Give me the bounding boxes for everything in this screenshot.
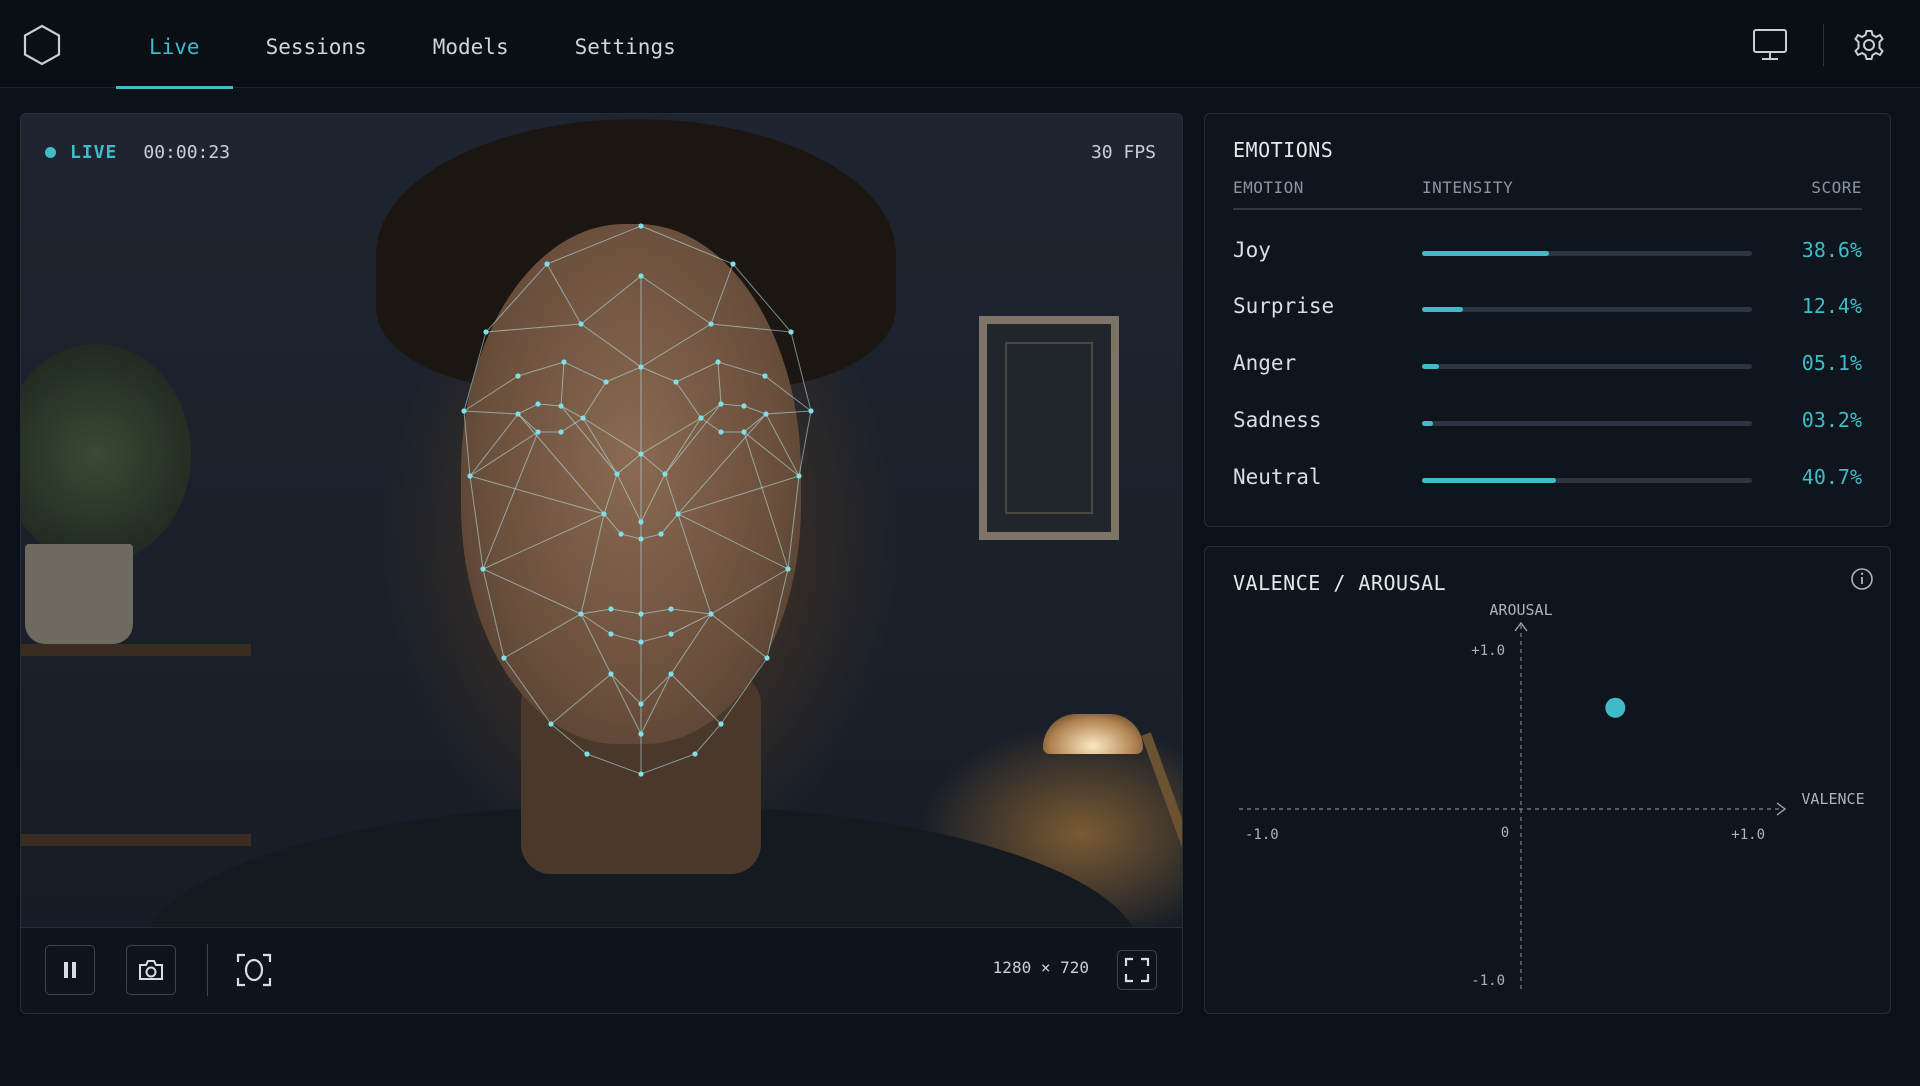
- tab-models[interactable]: Models: [400, 0, 542, 88]
- main-nav: Live Sessions Models Settings: [116, 0, 709, 89]
- snapshot-button[interactable]: [126, 945, 176, 995]
- video-panel: LIVE 00:00:23 30 FPS 1280 × 720: [20, 113, 1183, 1014]
- emotion-name: Sadness: [1233, 408, 1322, 432]
- intensity-fill: [1422, 307, 1463, 312]
- emotion-name: Anger: [1233, 351, 1297, 375]
- video-feed: LIVE 00:00:23 30 FPS: [21, 114, 1182, 927]
- emotion-row: Surprise 12.4%: [1233, 288, 1862, 328]
- hexagon-icon[interactable]: [22, 24, 62, 66]
- valence-arousal-panel: VALENCE / AROUSAL AROUSAL VALENCE +1.0 -…: [1204, 546, 1891, 1014]
- live-status: LIVE: [70, 142, 118, 163]
- intensity-bar: [1422, 307, 1752, 312]
- tab-live[interactable]: Live: [116, 0, 233, 89]
- emotion-row: Neutral 40.7%: [1233, 459, 1862, 499]
- fullscreen-icon: [1124, 957, 1150, 983]
- emotion-score: 12.4%: [1801, 294, 1862, 318]
- gear-icon[interactable]: [1849, 27, 1889, 63]
- y-max-tick: +1.0: [1471, 643, 1505, 659]
- emotion-name: Joy: [1233, 238, 1271, 262]
- intensity-fill: [1422, 421, 1433, 426]
- video-controls: 1280 × 720: [21, 927, 1182, 1013]
- origin-tick: 0: [1501, 825, 1509, 841]
- x-min-tick: -1.0: [1245, 827, 1279, 843]
- emotions-panel: EMOTIONS EMOTION INTENSITY SCORE Joy 38.…: [1204, 113, 1891, 527]
- column-header-score: SCORE: [1811, 178, 1862, 197]
- topbar-divider: [1823, 24, 1824, 66]
- y-axis-label: AROUSAL: [1489, 601, 1552, 619]
- intensity-fill: [1422, 251, 1550, 256]
- emotion-row: Joy 38.6%: [1233, 232, 1862, 272]
- session-timer: 00:00:23: [143, 142, 231, 163]
- live-indicator: LIVE 00:00:23: [45, 142, 230, 163]
- emotion-score: 38.6%: [1801, 238, 1862, 262]
- live-dot-icon: [45, 147, 56, 158]
- face-scan-button[interactable]: [229, 945, 279, 995]
- pause-icon: [64, 962, 76, 978]
- pause-button[interactable]: [45, 945, 95, 995]
- camera-icon: [139, 960, 163, 980]
- emotion-name: Neutral: [1233, 465, 1322, 489]
- emotion-score: 05.1%: [1801, 351, 1862, 375]
- header-divider: [1233, 208, 1862, 210]
- top-bar: Live Sessions Models Settings: [0, 0, 1920, 89]
- emotion-score: 40.7%: [1801, 465, 1862, 489]
- intensity-bar: [1422, 421, 1752, 426]
- face-scan-icon: [236, 953, 272, 987]
- valence-arousal-point: [1605, 697, 1626, 718]
- x-max-tick: +1.0: [1731, 827, 1765, 843]
- emotion-row: Sadness 03.2%: [1233, 402, 1862, 442]
- valence-arousal-chart: AROUSAL VALENCE +1.0 -1.0 -1.0 +1.0 0: [1239, 601, 1865, 991]
- resolution-readout: 1280 × 720: [992, 958, 1089, 977]
- intensity-fill: [1422, 478, 1557, 483]
- tab-sessions[interactable]: Sessions: [233, 0, 400, 88]
- tab-settings[interactable]: Settings: [542, 0, 709, 88]
- column-header-intensity: INTENSITY: [1422, 178, 1514, 197]
- intensity-bar: [1422, 478, 1752, 483]
- monitor-icon[interactable]: [1750, 27, 1790, 63]
- face-landmark-mesh: [461, 223, 814, 777]
- intensity-fill: [1422, 364, 1439, 369]
- fullscreen-button[interactable]: [1117, 950, 1157, 990]
- emotions-title: EMOTIONS: [1233, 138, 1334, 162]
- controls-divider: [207, 944, 208, 996]
- emotion-name: Surprise: [1233, 294, 1335, 318]
- intensity-bar: [1422, 364, 1752, 369]
- fps-readout: 30 FPS: [1090, 142, 1156, 163]
- y-min-tick: -1.0: [1471, 973, 1505, 989]
- emotion-score: 03.2%: [1801, 408, 1862, 432]
- column-header-emotion: EMOTION: [1233, 178, 1304, 197]
- emotion-row: Anger 05.1%: [1233, 345, 1862, 385]
- intensity-bar: [1422, 251, 1752, 256]
- x-axis-label: VALENCE: [1801, 790, 1864, 808]
